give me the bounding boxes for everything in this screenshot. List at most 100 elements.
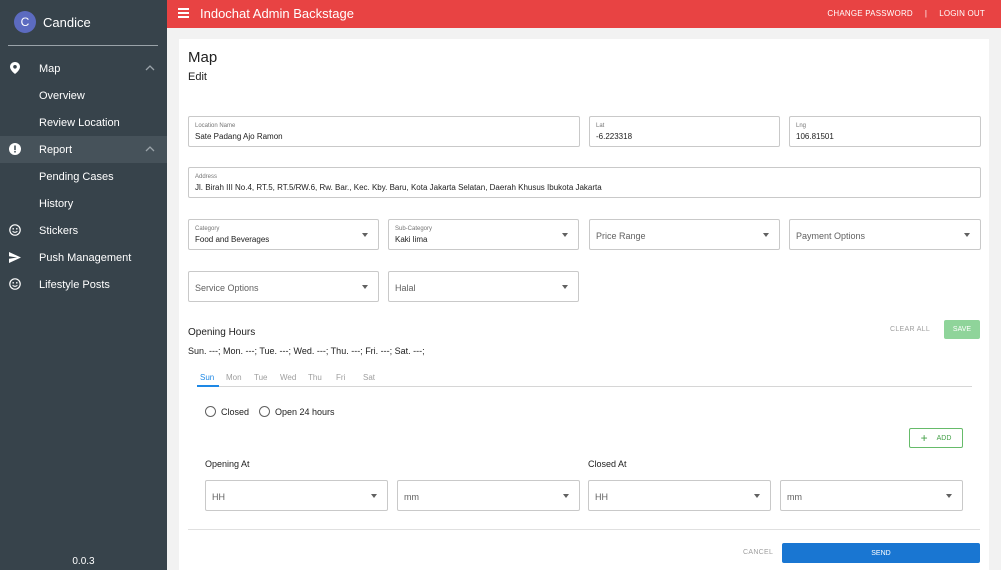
logout-button[interactable]: LOGIN OUT [939,9,985,18]
separator: | [924,9,928,18]
field-placeholder: Price Range [596,231,646,241]
sidebar-item-stickers[interactable]: Stickers [0,217,167,244]
send-button[interactable]: SEND [782,543,980,563]
open-24-label: Open 24 hours [275,406,335,417]
cancel-button[interactable]: CANCEL [743,549,773,556]
active-tab-indicator [197,385,219,387]
tab-sun[interactable]: Sun [200,373,214,382]
avatar[interactable]: C [14,11,36,33]
hours-mode-radios: Closed Open 24 hours [205,406,345,417]
sidebar-item-history[interactable]: History [0,190,167,217]
sidebar-item-label: Overview [39,89,85,102]
tab-wed[interactable]: Wed [280,373,296,382]
halal-select[interactable]: Halal [388,271,579,302]
opening-minute-select[interactable]: mm [397,480,580,511]
sidebar: C Candice Map Overview Review Location R… [0,0,167,570]
dropdown-arrow-icon [754,494,760,498]
field-value: Jl. Birah III No.4, RT.5, RT.5/RW.6, Rw.… [195,183,602,192]
day-tabs: Sun Mon Tue Wed Thu Fri Sat [197,369,972,387]
location-name-field[interactable]: Location Name Sate Padang Ajo Ramon [188,116,580,147]
lat-field[interactable]: Lat -6.223318 [589,116,780,147]
dropdown-arrow-icon [563,494,569,498]
hamburger-menu-icon[interactable] [178,8,189,18]
lng-field[interactable]: Lng 106.81501 [789,116,981,147]
sidebar-item-map[interactable]: Map [0,55,167,82]
field-label: Sub-Category [395,226,433,232]
sidebar-item-pending-cases[interactable]: Pending Cases [0,163,167,190]
field-label: Category [195,226,220,232]
field-value: 106.81501 [796,132,834,141]
clear-all-button[interactable]: CLEAR ALL [890,326,930,333]
dropdown-arrow-icon [362,233,368,237]
alert-circle-icon [9,143,21,155]
sidebar-item-label: Push Management [39,251,132,264]
tab-thu[interactable]: Thu [308,373,322,382]
field-placeholder: HH [595,492,608,502]
sidebar-item-label: Stickers [39,224,79,237]
field-label: Lng [796,123,807,129]
field-value: Sate Padang Ajo Ramon [195,132,283,141]
sidebar-item-push-management[interactable]: Push Management [0,244,167,271]
change-password-button[interactable]: CHANGE PASSWORD [827,9,913,18]
plus-icon: + [920,431,928,445]
open-24-option[interactable]: Open 24 hours [259,406,335,417]
closing-hour-select[interactable]: HH [588,480,771,511]
opening-hour-select[interactable]: HH [205,480,388,511]
tab-fri[interactable]: Fri [336,373,345,382]
field-placeholder: mm [787,492,802,502]
field-value: Food and Beverages [195,235,270,244]
category-select[interactable]: Category Food and Beverages [188,219,379,250]
dropdown-arrow-icon [763,233,769,237]
save-button[interactable]: SAVE [944,320,980,339]
user-profile[interactable]: C Candice [14,11,91,33]
sidebar-item-label: Lifestyle Posts [39,278,110,291]
sidebar-item-review-location[interactable]: Review Location [0,109,167,136]
opening-at-label: Opening At [205,459,250,469]
closed-option[interactable]: Closed [205,406,249,417]
sidebar-item-report[interactable]: Report [0,136,167,163]
send-icon [9,251,21,263]
edit-card: Map Edit Location Name Sate Padang Ajo R… [179,39,989,570]
field-placeholder: HH [212,492,225,502]
field-label: Location Name [195,123,236,129]
tab-sat[interactable]: Sat [363,373,375,382]
sidebar-item-label: Review Location [39,116,120,129]
dropdown-arrow-icon [562,233,568,237]
dropdown-arrow-icon [562,285,568,289]
hours-summary: Sun. ---; Mon. ---; Tue. ---; Wed. ---; … [188,346,425,356]
payment-options-select[interactable]: Payment Options [789,219,981,250]
divider [188,529,980,530]
dropdown-arrow-icon [964,233,970,237]
sidebar-nav: Map Overview Review Location Report Pend… [0,55,167,298]
app-title: Indochat Admin Backstage [200,6,354,21]
price-range-select[interactable]: Price Range [589,219,780,250]
field-placeholder: mm [404,492,419,502]
field-label: Lat [596,123,605,129]
tab-tue[interactable]: Tue [254,373,268,382]
closing-minute-select[interactable]: mm [780,480,963,511]
field-placeholder: Payment Options [796,231,866,241]
sidebar-item-lifestyle-posts[interactable]: Lifestyle Posts [0,271,167,298]
sidebar-divider [8,45,158,46]
sub-category-select[interactable]: Sub-Category Kaki lima [388,219,579,250]
chevron-up-icon[interactable] [145,144,155,154]
service-options-select[interactable]: Service Options [188,271,379,302]
sidebar-item-label: Map [39,62,61,75]
username: Candice [43,14,91,30]
tab-mon[interactable]: Mon [226,373,242,382]
add-hours-button[interactable]: + ADD [909,428,963,448]
open-24-radio[interactable] [259,406,271,417]
dropdown-arrow-icon [362,285,368,289]
map-pin-icon [9,62,21,74]
smiley-icon [9,278,21,290]
sidebar-item-overview[interactable]: Overview [0,82,167,109]
sidebar-item-label: Pending Cases [39,170,114,183]
add-label: ADD [936,434,952,442]
sidebar-item-label: Report [39,143,73,156]
sidebar-item-label: History [39,197,74,210]
field-value: Kaki lima [395,235,428,244]
chevron-up-icon[interactable] [145,63,155,73]
address-field[interactable]: Address Jl. Birah III No.4, RT.5, RT.5/R… [188,167,981,198]
closed-radio[interactable] [205,406,216,417]
smiley-icon [9,224,21,236]
